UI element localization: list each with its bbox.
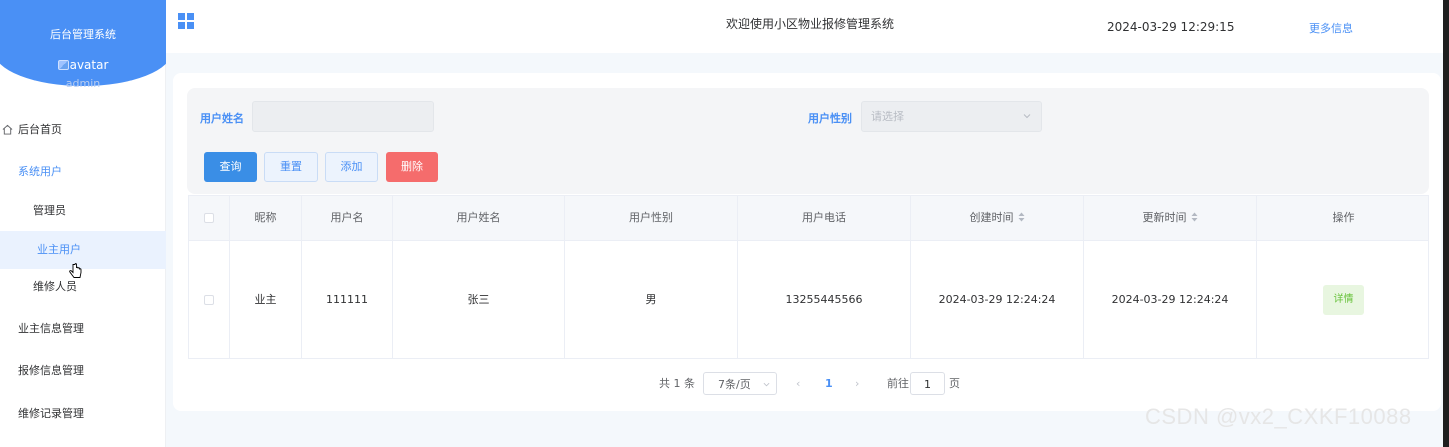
grid-menu-icon[interactable] bbox=[178, 13, 194, 29]
gender-select-placeholder: 请选择 bbox=[871, 110, 904, 123]
query-button[interactable]: 查询 bbox=[204, 152, 257, 182]
table-row[interactable]: 业主 111111 张三 男 13255445566 2024-03-29 12… bbox=[189, 241, 1428, 358]
delete-button[interactable]: 删除 bbox=[386, 152, 438, 182]
cell-nickname: 业主 bbox=[230, 241, 302, 358]
users-table: 昵称 用户名 用户姓名 用户性别 用户电话 创建时间 更新时间 操作 业主 11… bbox=[188, 195, 1429, 359]
name-filter-label: 用户姓名 bbox=[200, 112, 244, 125]
window-scrollbar[interactable] bbox=[1443, 0, 1449, 447]
sort-icon[interactable] bbox=[1018, 212, 1025, 222]
brand-title: 后台管理系统 bbox=[50, 28, 116, 41]
column-header: 用户姓名 bbox=[393, 196, 565, 240]
home-icon bbox=[2, 124, 13, 135]
page-size-select[interactable]: 7条/页 bbox=[703, 372, 777, 395]
sidebar: 后台管理系统 avatar admin 后台首页 系统用户 管理员 业主用户 维… bbox=[0, 0, 172, 447]
sidebar-item-home[interactable]: 后台首页 bbox=[0, 111, 166, 149]
table-header: 昵称 用户名 用户姓名 用户性别 用户电话 创建时间 更新时间 操作 bbox=[189, 196, 1428, 241]
chevron-down-icon bbox=[763, 382, 770, 387]
chevron-down-icon bbox=[1023, 114, 1031, 119]
broken-image-icon bbox=[57, 60, 69, 70]
select-all-cell bbox=[189, 196, 230, 240]
current-datetime: 2024-03-29 12:29:15 bbox=[1107, 20, 1235, 34]
name-filter-input[interactable] bbox=[252, 101, 434, 132]
detail-button[interactable]: 详情 bbox=[1323, 285, 1364, 315]
cell-updated: 2024-03-29 12:24:24 bbox=[1084, 241, 1257, 358]
cell-username: 111111 bbox=[302, 241, 393, 358]
avatar: avatar bbox=[0, 58, 166, 72]
column-header: 用户名 bbox=[302, 196, 393, 240]
more-info-link[interactable]: 更多信息 bbox=[1309, 20, 1353, 36]
row-checkbox[interactable] bbox=[204, 295, 214, 305]
select-all-checkbox[interactable] bbox=[204, 213, 214, 223]
username: admin bbox=[65, 77, 101, 90]
goto-label: 前往 bbox=[887, 377, 909, 390]
gender-filter-select[interactable]: 请选择 bbox=[861, 101, 1042, 132]
next-page-button[interactable]: › bbox=[855, 372, 859, 395]
row-select-cell bbox=[189, 241, 230, 358]
reset-button[interactable]: 重置 bbox=[264, 152, 318, 182]
goto-unit-label: 页 bbox=[949, 377, 960, 390]
add-button[interactable]: 添加 bbox=[325, 152, 378, 182]
column-header-sortable[interactable]: 更新时间 bbox=[1084, 196, 1257, 240]
column-header: 用户性别 bbox=[565, 196, 738, 240]
sidebar-header bbox=[0, 0, 172, 86]
sidebar-group-system-users[interactable]: 系统用户 bbox=[0, 153, 166, 191]
column-header-label: 创建时间 bbox=[969, 211, 1014, 224]
sidebar-item-owner-users[interactable]: 业主用户 bbox=[0, 231, 166, 269]
sidebar-item-owner-info[interactable]: 业主信息管理 bbox=[0, 310, 166, 348]
avatar-alt-text: avatar bbox=[69, 58, 109, 72]
column-header: 用户电话 bbox=[738, 196, 911, 240]
column-header: 昵称 bbox=[230, 196, 302, 240]
cell-gender: 男 bbox=[565, 241, 738, 358]
cell-created: 2024-03-29 12:24:24 bbox=[911, 241, 1084, 358]
pagination-total: 共 1 条 bbox=[659, 377, 695, 390]
cell-phone: 13255445566 bbox=[738, 241, 911, 358]
sidebar-item-admin[interactable]: 管理员 bbox=[0, 192, 166, 230]
gender-filter-label: 用户性别 bbox=[808, 112, 852, 125]
page-number-current[interactable]: 1 bbox=[825, 372, 833, 395]
sort-icon[interactable] bbox=[1191, 212, 1198, 222]
sidebar-item-repair-staff[interactable]: 维修人员 bbox=[0, 268, 166, 306]
column-header-label: 更新时间 bbox=[1142, 211, 1187, 224]
sidebar-item-repair-records[interactable]: 维修记录管理 bbox=[0, 395, 166, 433]
cell-name: 张三 bbox=[393, 241, 565, 358]
goto-page-input[interactable]: 1 bbox=[910, 372, 945, 395]
prev-page-button[interactable]: ‹ bbox=[796, 372, 800, 395]
sidebar-item-repair-info[interactable]: 报修信息管理 bbox=[0, 352, 166, 390]
page-size-value: 7条/页 bbox=[718, 378, 751, 391]
column-header-sortable[interactable]: 创建时间 bbox=[911, 196, 1084, 240]
column-header: 操作 bbox=[1332, 211, 1355, 224]
hand-pointer-icon bbox=[69, 263, 82, 278]
cell-actions: 详情 bbox=[1257, 241, 1430, 358]
page-title: 欢迎使用小区物业报修管理系统 bbox=[725, 17, 894, 31]
watermark: CSDN @vx2_CXKF10088 bbox=[1145, 404, 1412, 429]
sidebar-item-label: 后台首页 bbox=[18, 123, 62, 136]
